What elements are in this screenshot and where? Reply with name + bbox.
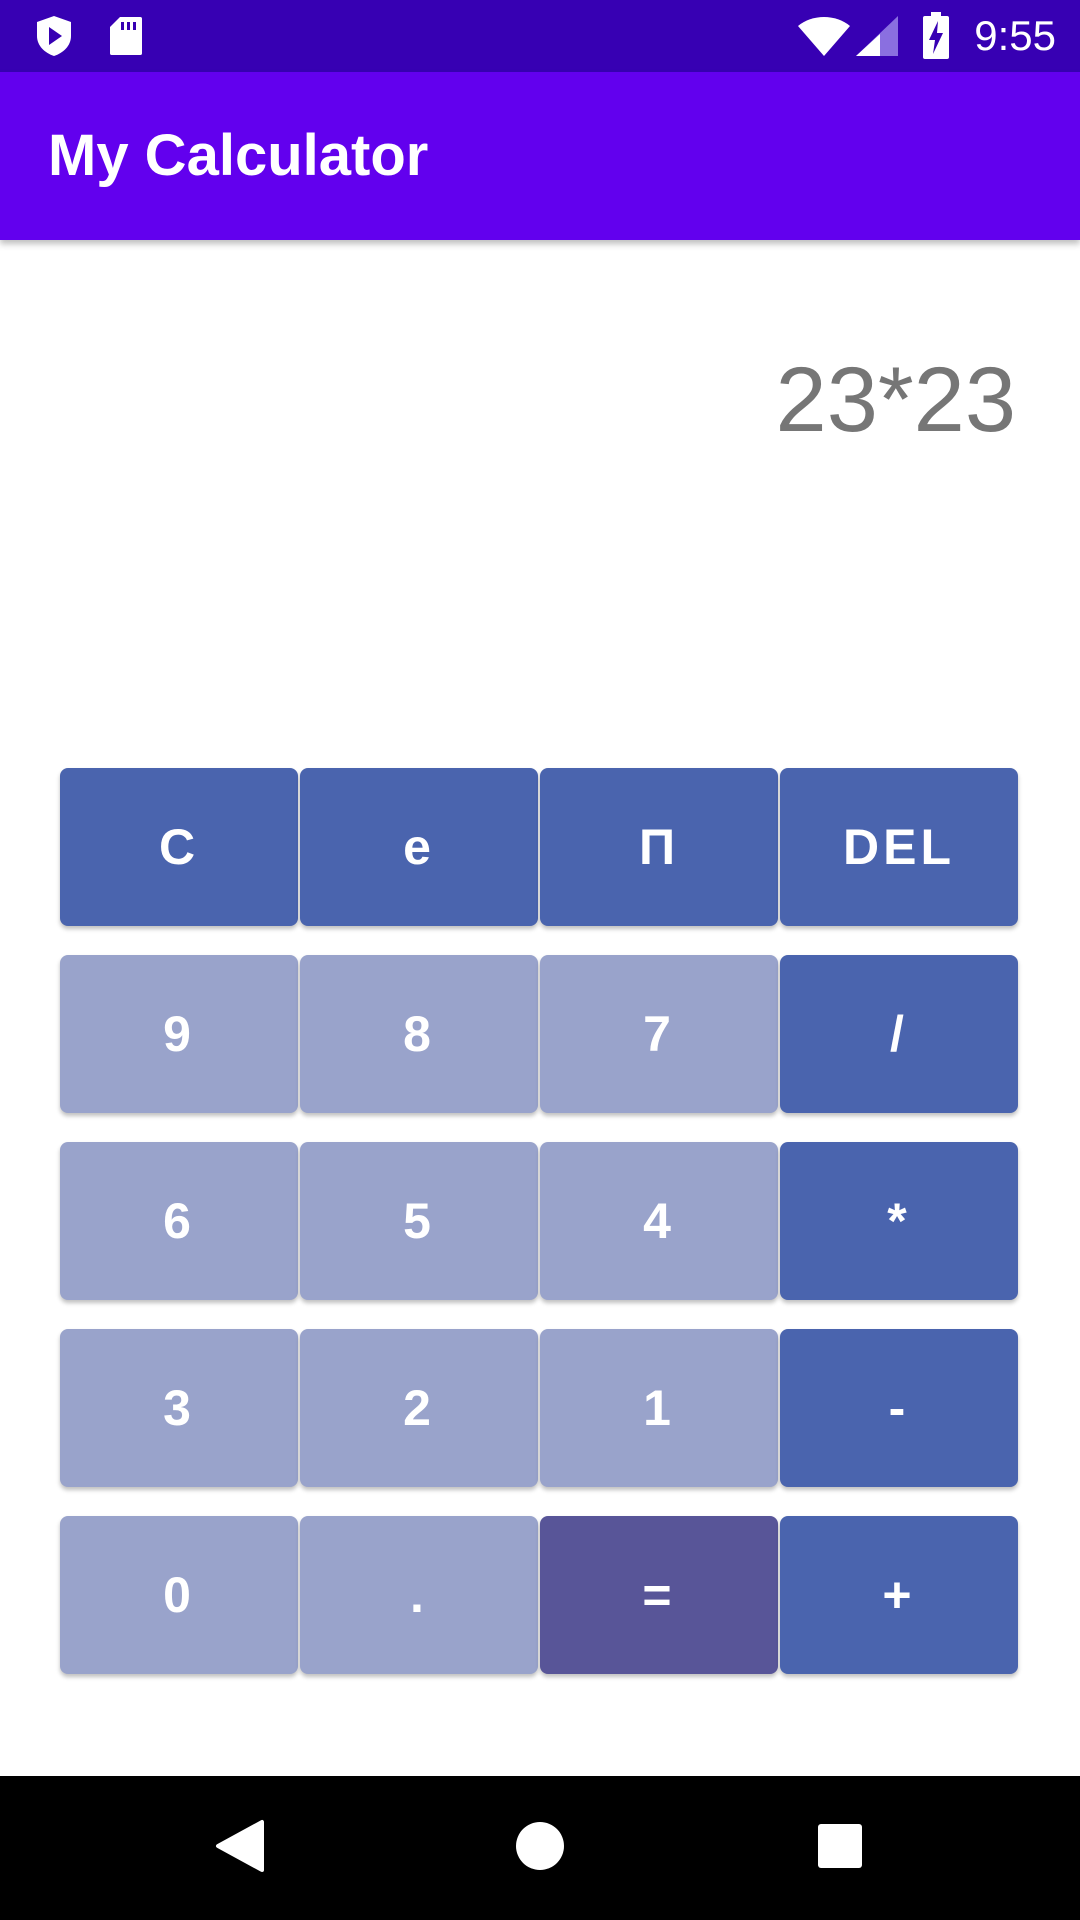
digit-6-button[interactable]: 6 — [60, 1142, 298, 1300]
digit-2-button[interactable]: 2 — [300, 1329, 538, 1487]
recents-icon — [817, 1823, 863, 1873]
app-bar: My Calculator — [0, 72, 1080, 240]
digit-3-button[interactable]: 3 — [60, 1329, 298, 1487]
subtract-button[interactable]: - — [780, 1329, 1018, 1487]
delete-button[interactable]: DEL — [780, 768, 1018, 926]
calculator-display: 23*23 — [775, 349, 1016, 451]
status-bar: 9:55 — [0, 0, 1080, 72]
sd-card-icon — [108, 14, 144, 58]
key-row: C e Π DEL — [60, 768, 1020, 926]
digit-0-button[interactable]: 0 — [60, 1516, 298, 1674]
key-row: 6 5 4 * — [60, 1142, 1020, 1300]
wifi-icon — [796, 14, 852, 58]
digit-9-button[interactable]: 9 — [60, 955, 298, 1113]
cell-signal-icon — [854, 14, 900, 58]
status-time: 9:55 — [974, 12, 1056, 59]
key-row: 3 2 1 - — [60, 1329, 1020, 1487]
battery-charging-icon — [922, 12, 950, 59]
home-button[interactable] — [490, 1798, 590, 1898]
digit-8-button[interactable]: 8 — [300, 955, 538, 1113]
add-button[interactable]: + — [780, 1516, 1018, 1674]
divide-button[interactable]: / — [780, 955, 1018, 1113]
digit-4-button[interactable]: 4 — [540, 1142, 778, 1300]
recents-button[interactable] — [790, 1798, 890, 1898]
pi-button[interactable]: Π — [540, 768, 778, 926]
clear-button[interactable]: C — [60, 768, 298, 926]
play-protect-icon — [34, 14, 74, 58]
calculator-screen: 9:55 My Calculator 23*23 C e Π DEL 9 8 7… — [0, 0, 1080, 1920]
decimal-point-button[interactable]: . — [300, 1516, 538, 1674]
app-title: My Calculator — [48, 123, 429, 188]
multiply-button[interactable]: * — [780, 1142, 1018, 1300]
digit-5-button[interactable]: 5 — [300, 1142, 538, 1300]
digit-7-button[interactable]: 7 — [540, 955, 778, 1113]
e-constant-button[interactable]: e — [300, 768, 538, 926]
keypad: C e Π DEL 9 8 7 / 6 5 4 * 3 2 1 - 0 . = … — [60, 768, 1020, 1703]
equals-button[interactable]: = — [540, 1516, 778, 1674]
navigation-bar — [0, 1776, 1080, 1920]
back-button[interactable] — [190, 1798, 290, 1898]
key-row: 0 . = + — [60, 1516, 1020, 1674]
back-icon — [212, 1818, 268, 1878]
key-row: 9 8 7 / — [60, 955, 1020, 1113]
home-icon — [514, 1820, 566, 1876]
digit-1-button[interactable]: 1 — [540, 1329, 778, 1487]
